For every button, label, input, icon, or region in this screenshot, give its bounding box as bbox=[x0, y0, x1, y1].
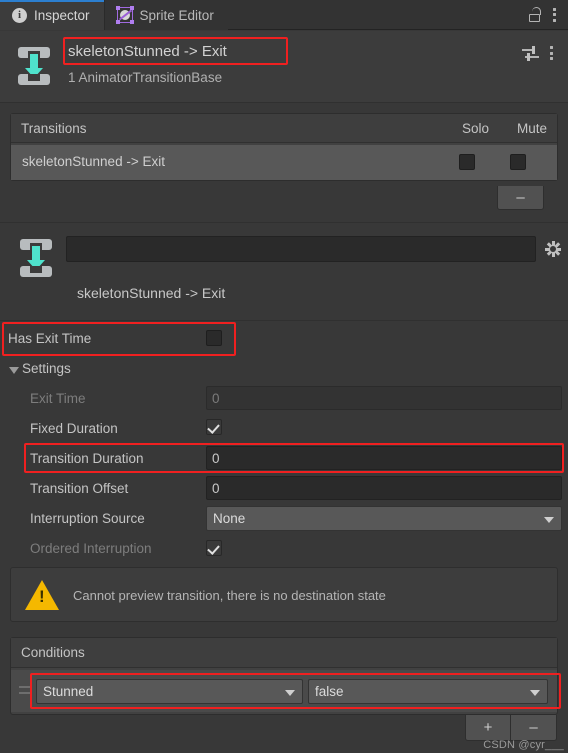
transition-offset-label: Transition Offset bbox=[30, 481, 129, 496]
remove-condition-label: – bbox=[529, 719, 538, 736]
condition-row: Stunned false bbox=[11, 670, 557, 712]
tab-bar-spacer bbox=[227, 0, 523, 29]
warning-box: ! Cannot preview transition, there is no… bbox=[10, 567, 558, 622]
tab-bar: i Inspector Sprite Editor bbox=[0, 0, 568, 30]
object-subtitle: 1 AnimatorTransitionBase bbox=[68, 70, 223, 85]
transition-duration-field[interactable]: 0 bbox=[206, 446, 562, 470]
warning-message: Cannot preview transition, there is no d… bbox=[73, 588, 386, 603]
mute-column-label: Mute bbox=[516, 120, 547, 136]
interruption-source-dropdown[interactable]: None bbox=[206, 506, 562, 531]
animator-transition-icon bbox=[14, 46, 54, 86]
remove-condition-button[interactable]: – bbox=[511, 715, 557, 741]
interruption-source-value: None bbox=[213, 511, 246, 526]
lock-open-icon[interactable] bbox=[529, 7, 542, 22]
condition-comparison-dropdown[interactable]: false bbox=[308, 679, 548, 704]
ordered-interruption-checkbox[interactable] bbox=[206, 540, 222, 556]
settings-foldout-label[interactable]: Settings bbox=[22, 361, 71, 376]
divider-1 bbox=[0, 222, 568, 223]
has-exit-time-checkbox[interactable] bbox=[206, 330, 222, 346]
tab-bar-actions bbox=[523, 0, 568, 29]
transition-duration-label: Transition Duration bbox=[30, 451, 144, 466]
inspector-window: i Inspector Sprite Editor skeletonStunne… bbox=[0, 0, 568, 753]
watermark: CSDN @cyr___ bbox=[483, 739, 564, 751]
transition-solo-checkbox[interactable] bbox=[459, 154, 475, 170]
exit-time-label: Exit Time bbox=[30, 391, 86, 406]
fixed-duration-label: Fixed Duration bbox=[30, 421, 118, 436]
transition-editor-caption: skeletonStunned -> Exit bbox=[77, 285, 226, 301]
tab-inspector[interactable]: i Inspector bbox=[0, 0, 105, 30]
warning-exclamation-glyph: ! bbox=[39, 587, 45, 606]
conditions-header-label: Conditions bbox=[21, 645, 85, 660]
object-header-kebab-menu-icon[interactable] bbox=[549, 46, 553, 60]
add-condition-label: + bbox=[483, 719, 493, 736]
chevron-down-icon bbox=[285, 689, 295, 696]
remove-transition-label: – bbox=[516, 189, 525, 206]
sprite-editor-icon bbox=[115, 6, 134, 24]
tab-sprite-editor-label: Sprite Editor bbox=[139, 7, 214, 23]
object-title: skeletonStunned -> Exit bbox=[68, 43, 227, 60]
transition-name-field[interactable] bbox=[66, 236, 536, 262]
condition-parameter-value: Stunned bbox=[43, 684, 94, 699]
has-exit-time-label: Has Exit Time bbox=[8, 331, 92, 346]
remove-transition-button[interactable]: – bbox=[497, 186, 544, 210]
chevron-down-icon bbox=[544, 516, 554, 523]
settings-foldout-arrow-icon[interactable] bbox=[9, 367, 19, 374]
divider-2 bbox=[0, 320, 568, 321]
transitions-list-row[interactable]: skeletonStunned -> Exit bbox=[11, 145, 557, 180]
tab-sprite-editor[interactable]: Sprite Editor bbox=[104, 0, 228, 30]
kebab-menu-icon[interactable] bbox=[552, 7, 556, 22]
exit-time-field[interactable]: 0 bbox=[206, 386, 562, 410]
condition-parameter-dropdown[interactable]: Stunned bbox=[36, 679, 303, 704]
preset-sliders-icon[interactable] bbox=[522, 46, 539, 61]
ordered-interruption-label: Ordered Interruption bbox=[30, 541, 152, 556]
gear-icon[interactable] bbox=[545, 241, 561, 257]
fixed-duration-checkbox[interactable] bbox=[206, 419, 222, 435]
info-icon: i bbox=[12, 7, 27, 23]
condition-comparison-value: false bbox=[315, 684, 344, 699]
transition-row-label: skeletonStunned -> Exit bbox=[22, 154, 165, 169]
solo-column-label: Solo bbox=[461, 120, 489, 136]
tab-inspector-label: Inspector bbox=[34, 7, 90, 23]
transitions-header-label: Transitions bbox=[21, 120, 87, 136]
transition-offset-field[interactable]: 0 bbox=[206, 476, 562, 500]
transition-editor-icon bbox=[16, 238, 56, 278]
chevron-down-icon bbox=[530, 689, 540, 696]
add-condition-button[interactable]: + bbox=[465, 715, 511, 741]
transition-mute-checkbox[interactable] bbox=[510, 154, 526, 170]
conditions-panel-header: Conditions bbox=[11, 638, 557, 668]
drag-handle-icon[interactable] bbox=[19, 686, 32, 698]
object-header: skeletonStunned -> Exit 1 AnimatorTransi… bbox=[0, 31, 568, 103]
interruption-source-label: Interruption Source bbox=[30, 511, 145, 526]
transitions-panel-header: Transitions Solo Mute bbox=[11, 114, 557, 143]
